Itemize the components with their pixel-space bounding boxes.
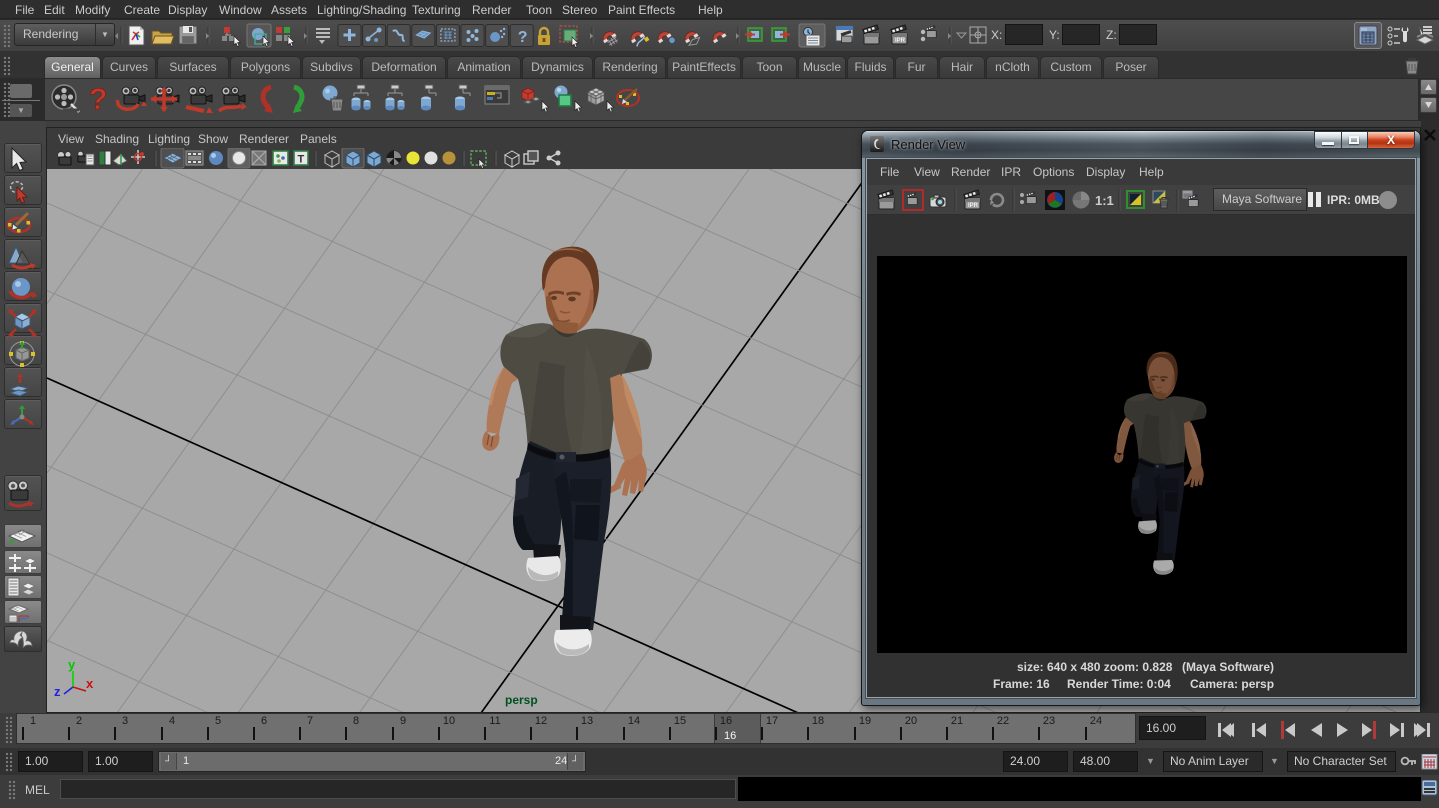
svg-text:IPR: IPR — [895, 38, 906, 44]
svg-text:T: T — [298, 154, 305, 166]
svg-text:?: ? — [89, 83, 107, 116]
svg-text:?: ? — [518, 29, 528, 46]
svg-text:IPR: IPR — [968, 203, 979, 209]
svg-text:z: z — [54, 684, 61, 699]
svg-text:y: y — [68, 657, 76, 672]
svg-text:x: x — [86, 676, 94, 691]
svg-text:1:1: 1:1 — [1095, 193, 1114, 208]
